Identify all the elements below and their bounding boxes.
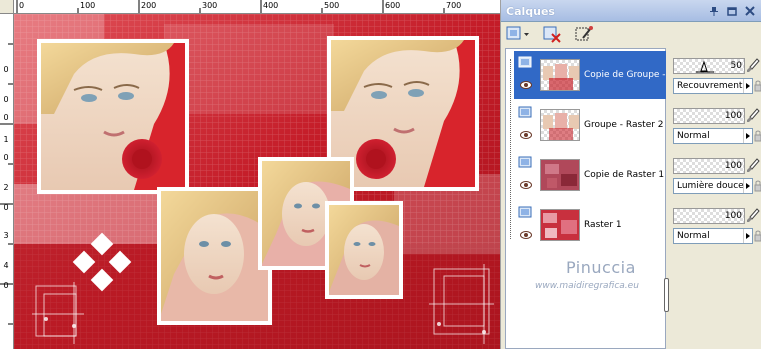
ruler-label: 0 [19, 1, 25, 10]
ruler-label: 500 [324, 1, 340, 10]
opacity-value: 50 [730, 61, 742, 71]
brush-icon[interactable] [746, 158, 760, 174]
layer-row-raster-1[interactable]: Raster 1 [514, 201, 666, 249]
ruler-label: 0 [3, 113, 9, 122]
brush-icon[interactable] [746, 58, 760, 74]
vertical-ruler: 0 0 0 1 0 2 0 3 4 0 [0, 14, 14, 349]
layer-properties: 50 Recouvrement 100 Normal 100 Lumière d… [669, 48, 761, 349]
layer-type-icon [518, 56, 532, 68]
dropdown-arrow-icon[interactable] [743, 129, 752, 143]
lock-icon[interactable] [754, 129, 761, 143]
layer-type-icon [518, 206, 532, 218]
restore-icon[interactable] [726, 5, 738, 17]
lock-icon[interactable] [754, 229, 761, 243]
ruler-label: 0 [3, 153, 9, 162]
artwork-image [14, 14, 500, 349]
dropdown-arrow-icon[interactable] [743, 179, 752, 193]
brush-icon[interactable] [746, 208, 760, 224]
layer-thumbnail [540, 159, 580, 191]
layers-panel: Calques Copie de Groupe - Groupe - Raste… [500, 0, 761, 349]
blend-mode-value: Normal [677, 131, 710, 141]
horizontal-ruler: 0 100 200 300 400 500 600 700 [14, 0, 500, 14]
delete-layer-icon[interactable] [541, 24, 563, 44]
artwork-canvas[interactable] [14, 14, 500, 349]
dropdown-arrow-icon[interactable] [743, 79, 752, 93]
layer-name: Groupe - Raster 2 [584, 120, 664, 130]
blend-mode-value: Lumière douce [677, 181, 744, 191]
watermark-title: Pinuccia [566, 258, 636, 277]
ruler-label: 400 [263, 1, 279, 10]
ruler-corner [0, 0, 14, 14]
ruler-label: 0 [3, 281, 9, 290]
opacity-slider[interactable]: 100 [673, 208, 745, 224]
image-canvas-area[interactable]: 0 100 200 300 400 500 600 700 0 0 0 1 0 … [0, 0, 500, 349]
layer-row-groupe-raster-2[interactable]: Groupe - Raster 2 [514, 101, 666, 149]
ruler-label: 2 [3, 183, 9, 192]
blend-mode-select[interactable]: Recouvrement [673, 78, 753, 94]
ruler-label: 0 [3, 95, 9, 104]
ruler-label: 700 [446, 1, 462, 10]
panel-titlebar[interactable]: Calques [501, 0, 761, 22]
eye-icon[interactable] [520, 231, 532, 239]
blend-mode-select[interactable]: Lumière douce [673, 178, 753, 194]
layer-props-2: 100 Lumière douce [673, 154, 761, 202]
ruler-label: 200 [141, 1, 157, 10]
brush-icon[interactable] [746, 108, 760, 124]
layer-name: Copie de Groupe - [584, 70, 666, 80]
layer-type-icon [518, 156, 532, 168]
ruler-label: 3 [3, 231, 9, 240]
pin-icon[interactable] [708, 5, 720, 17]
lock-icon[interactable] [754, 79, 761, 93]
panel-title: Calques [506, 5, 555, 18]
layer-list: Copie de Groupe - Groupe - Raster 2 Copi… [505, 48, 666, 349]
opacity-value: 100 [724, 111, 742, 121]
close-icon[interactable] [744, 5, 756, 17]
mask-icon[interactable] [573, 24, 595, 44]
ruler-label: 600 [385, 1, 401, 10]
ruler-label: 300 [202, 1, 218, 10]
opacity-slider[interactable]: 100 [673, 108, 745, 124]
opacity-value: 100 [724, 211, 742, 221]
dropdown-arrow-icon[interactable] [743, 229, 752, 243]
layer-thumbnail [540, 209, 580, 241]
layer-props-1: 100 Normal [673, 104, 761, 152]
blend-mode-select[interactable]: Normal [673, 228, 753, 244]
opacity-slider[interactable]: 50 [673, 58, 745, 74]
opacity-value: 100 [724, 161, 742, 171]
ruler-label: 100 [80, 1, 96, 10]
layer-thumbnail [540, 59, 580, 91]
layer-type-icon [518, 106, 532, 118]
group-connector [510, 59, 511, 239]
blend-mode-select[interactable]: Normal [673, 128, 753, 144]
new-layer-icon[interactable] [505, 24, 529, 44]
layer-name: Copie de Raster 1 [584, 170, 665, 180]
eye-icon[interactable] [520, 131, 532, 139]
blend-mode-value: Normal [677, 231, 710, 241]
blend-mode-value: Recouvrement [677, 81, 743, 91]
layer-row-copie-de-groupe[interactable]: Copie de Groupe - [514, 51, 666, 99]
layer-props-0: 50 Recouvrement [673, 54, 761, 102]
ruler-label: 0 [3, 203, 9, 212]
layer-props-3: 100 Normal [673, 204, 761, 252]
ruler-label: 1 [3, 135, 9, 144]
ruler-label: 4 [3, 261, 9, 270]
layer-thumbnail [540, 109, 580, 141]
layer-name: Raster 1 [584, 220, 622, 230]
layer-row-copie-de-raster-1[interactable]: Copie de Raster 1 [514, 151, 666, 199]
eye-icon[interactable] [520, 81, 532, 89]
eye-icon[interactable] [520, 181, 532, 189]
ruler-label: 0 [3, 65, 9, 74]
layers-toolbar [501, 22, 761, 46]
opacity-slider[interactable]: 100 [673, 158, 745, 174]
watermark-url: www.maidiregrafica.eu [535, 281, 639, 291]
lock-icon[interactable] [754, 179, 761, 193]
